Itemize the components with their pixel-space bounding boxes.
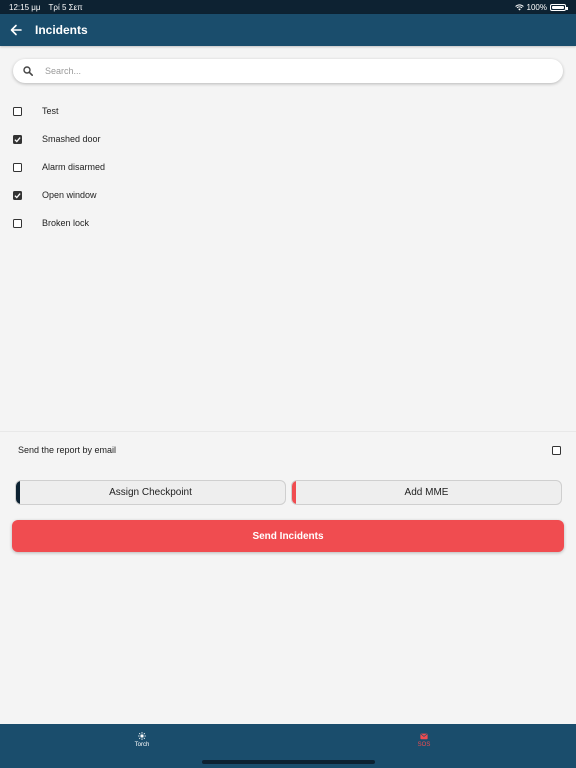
incident-checkbox[interactable] (13, 218, 22, 228)
battery-percent: 100% (526, 2, 547, 12)
email-checkbox[interactable] (552, 445, 561, 455)
status-left: 12:15 μμ Τρί 5 Σεπ (9, 3, 89, 12)
list-item[interactable]: Broken lock (0, 209, 576, 237)
app-bar: Incidents (0, 14, 576, 46)
incident-checkbox[interactable] (13, 134, 22, 144)
flashlight-icon (138, 732, 146, 740)
status-date: Τρί 5 Σεπ (48, 2, 83, 12)
list-item[interactable]: Test (0, 97, 576, 125)
tab-torch[interactable]: Torch (112, 732, 172, 748)
incident-label: Smashed door (42, 134, 101, 144)
tab-torch-label: Torch (134, 742, 150, 748)
sos-icon (420, 733, 428, 740)
battery-icon (550, 3, 568, 11)
tab-sos-label: SOS (417, 742, 431, 748)
incident-label: Broken lock (42, 218, 90, 228)
incident-label: Open window (42, 190, 97, 200)
list-item[interactable]: Alarm disarmed (0, 153, 576, 181)
divider (0, 431, 576, 432)
email-option-label: Send the report by email (18, 445, 117, 455)
back-button[interactable] (2, 14, 30, 46)
list-item[interactable]: Smashed door (0, 125, 576, 153)
incident-checkbox[interactable] (13, 162, 22, 172)
email-option-row[interactable]: Send the report by email (0, 440, 576, 460)
search-input[interactable] (45, 66, 525, 76)
checkmark-icon (14, 136, 21, 142)
list-item[interactable]: Open window (0, 181, 576, 209)
add-mme-button[interactable]: Add MME (291, 480, 562, 505)
incident-list: Test Smashed door Alarm disarmed Open wi… (0, 97, 576, 237)
checkmark-icon (14, 192, 21, 198)
page-title: Incidents (35, 23, 88, 37)
assign-checkpoint-button[interactable]: Assign Checkpoint (15, 480, 286, 505)
status-right: 100% (514, 2, 568, 12)
home-indicator (202, 760, 375, 764)
incident-label: Alarm disarmed (42, 162, 106, 172)
send-incidents-button[interactable]: Send Incidents (12, 520, 564, 552)
search-icon (23, 65, 35, 77)
search-bar[interactable] (13, 59, 563, 83)
wifi-icon (514, 3, 524, 10)
status-bar: 12:15 μμ Τρί 5 Σεπ 100% (0, 0, 576, 14)
tab-sos[interactable]: SOS (394, 732, 454, 748)
incident-label: Test (42, 106, 59, 116)
status-time: 12:15 μμ (9, 2, 41, 12)
arrow-left-icon (10, 24, 22, 36)
incident-checkbox[interactable] (13, 190, 22, 200)
incident-checkbox[interactable] (13, 106, 22, 116)
